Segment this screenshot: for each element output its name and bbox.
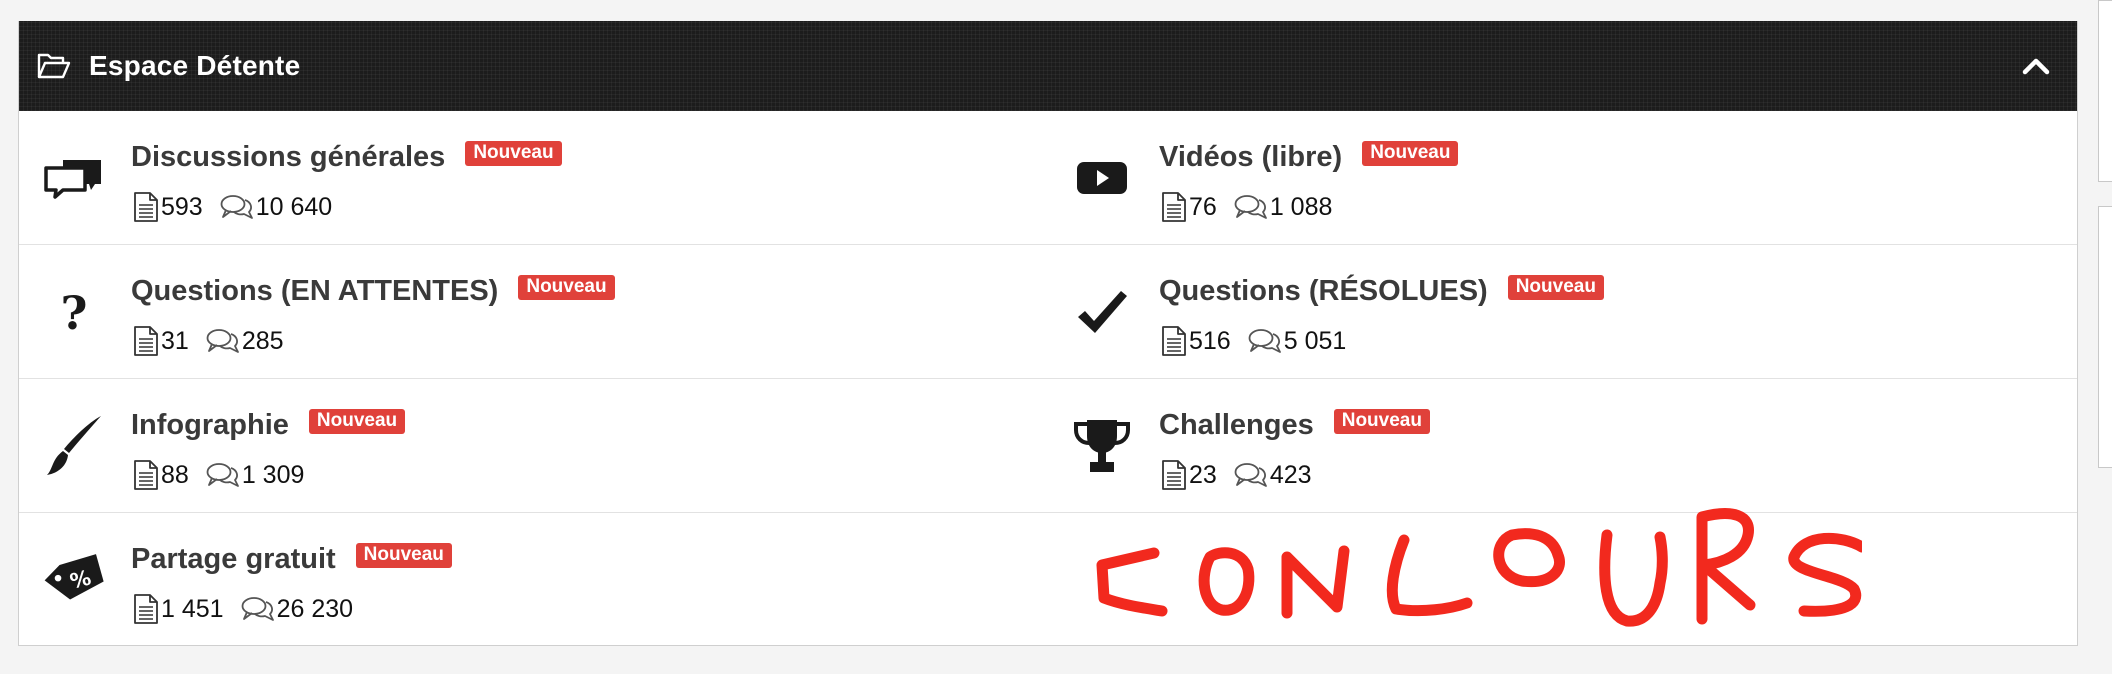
posts-icon — [241, 597, 274, 621]
posts-icon — [1234, 463, 1267, 487]
threads-count: 76 — [1189, 192, 1217, 221]
threads-count: 516 — [1189, 326, 1231, 355]
new-badge: Nouveau — [1507, 275, 1604, 300]
new-badge: Nouveau — [355, 543, 452, 568]
price-tag-percent-icon: % — [43, 549, 105, 611]
forum-title-link[interactable]: Challenges — [1159, 409, 1314, 442]
posts-icon — [220, 195, 253, 219]
handwritten-annotation — [1096, 508, 1862, 627]
forum-stats: 593 10 640 — [132, 191, 332, 223]
category-header: Espace Détente — [19, 21, 2077, 111]
paintbrush-icon — [43, 415, 105, 477]
svg-text:?: ? — [61, 287, 88, 337]
forum-row: Discussions générales Nouveau 593 10 640 — [19, 111, 1047, 245]
trophy-icon — [1071, 415, 1133, 477]
forum-row: % Partage gratuit Nouveau 1 451 26 230 — [19, 513, 1047, 647]
posts-icon — [206, 463, 239, 487]
forum-title-link[interactable]: Partage gratuit — [131, 543, 336, 576]
category-title: Espace Détente — [89, 50, 301, 81]
collapse-button[interactable] — [2021, 51, 2051, 81]
threads-count: 1 451 — [161, 594, 224, 623]
forum-stats: 31 285 — [132, 325, 284, 357]
new-badge: Nouveau — [518, 275, 615, 300]
posts-count: 423 — [1269, 460, 1312, 489]
forum-row: ? Questions (EN ATTENTES) Nouveau 31 285 — [19, 245, 1047, 379]
threads-icon — [1162, 326, 1186, 356]
posts-count: 26 230 — [276, 594, 354, 623]
threads-count: 88 — [161, 460, 189, 489]
threads-icon — [1162, 192, 1186, 222]
posts-count: 285 — [241, 326, 284, 355]
forum-row: Infographie Nouveau 88 1 309 — [19, 379, 1047, 513]
posts-icon — [1234, 195, 1267, 219]
threads-count: 31 — [161, 326, 189, 355]
forum-row: Vidéos (libre) Nouveau 76 1 088 — [1047, 111, 2077, 245]
forum-stats: 1 451 26 230 — [132, 593, 353, 625]
folder-open-icon — [37, 51, 71, 81]
forum-stats: 516 5 051 — [1160, 325, 1346, 357]
threads-count: 23 — [1189, 460, 1217, 489]
adjacent-widget-edge — [2098, 206, 2112, 468]
posts-icon — [206, 329, 239, 353]
forum-title-link[interactable]: Questions (EN ATTENTES) — [131, 275, 498, 308]
posts-icon — [1248, 329, 1281, 353]
new-badge: Nouveau — [465, 141, 562, 166]
threads-count: 593 — [161, 192, 203, 221]
forum-stats: 88 1 309 — [132, 459, 304, 491]
posts-count: 1 309 — [241, 460, 305, 489]
forum-title-link[interactable]: Vidéos (libre) — [1159, 141, 1342, 174]
chat-bubbles-icon — [43, 147, 105, 209]
forum-row: Questions (RÉSOLUES) Nouveau 516 5 051 — [1047, 245, 2077, 379]
new-badge: Nouveau — [308, 409, 406, 434]
threads-icon — [134, 594, 158, 624]
video-play-icon — [1071, 147, 1133, 209]
new-badge: Nouveau — [1362, 141, 1459, 166]
checkmark-icon — [1071, 281, 1133, 343]
forum-title-link[interactable]: Infographie — [131, 409, 289, 442]
posts-count: 5 051 — [1283, 326, 1347, 355]
threads-icon — [1162, 460, 1186, 490]
new-badge: Nouveau — [1333, 409, 1430, 434]
posts-count: 10 640 — [255, 192, 333, 221]
adjacent-widget-edge — [2098, 0, 2112, 182]
threads-icon — [134, 460, 158, 490]
forum-title-link[interactable]: Questions (RÉSOLUES) — [1159, 275, 1488, 308]
chevron-up-icon — [2022, 58, 2050, 75]
threads-icon — [134, 326, 158, 356]
forum-title-link[interactable]: Discussions générales — [131, 141, 445, 174]
forum-stats: 23 423 — [1160, 459, 1312, 491]
annotation-text: CONCOURS — [0, 0, 1, 1]
question-icon: ? — [43, 281, 105, 343]
forum-row: Challenges Nouveau 23 423 — [1047, 379, 2077, 513]
forum-stats: 76 1 088 — [1160, 191, 1332, 223]
threads-icon — [134, 192, 158, 222]
posts-count: 1 088 — [1269, 192, 1333, 221]
